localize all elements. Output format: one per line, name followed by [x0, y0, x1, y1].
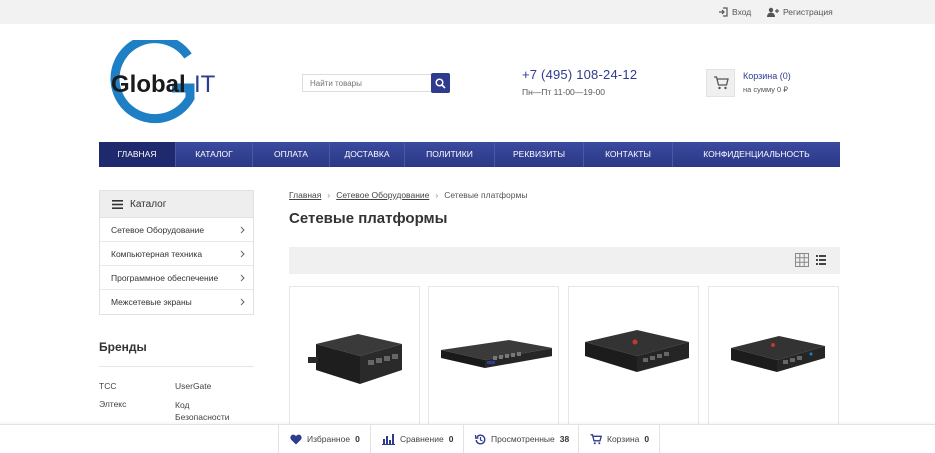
- nav-item-delivery[interactable]: Доставка: [330, 142, 405, 167]
- product-image: [731, 336, 825, 372]
- bottom-cart-label: Корзина: [607, 434, 640, 444]
- bottom-cart-count: 0: [644, 434, 650, 444]
- sidebar-item-computers[interactable]: Компьютерная техника: [100, 242, 253, 266]
- bottom-bar: Избранное 0 Сравнение 0 Просмотренные 38…: [0, 424, 935, 453]
- brand-link[interactable]: Элтекс: [99, 399, 126, 409]
- work-hours: Пн—Пт 11-00—19-00: [522, 87, 606, 97]
- cart-icon: [713, 76, 729, 90]
- product-image: [308, 334, 402, 384]
- compare-button[interactable]: Сравнение 0: [372, 425, 463, 453]
- main-nav: Главная Каталог Оплата Доставка Политики…: [99, 142, 840, 167]
- catalog-header[interactable]: Каталог: [99, 190, 254, 218]
- cart-icon: [590, 433, 602, 444]
- bar-chart-icon: [382, 433, 395, 445]
- bottom-cart-button[interactable]: Корзина 0: [580, 425, 659, 453]
- history-icon: [475, 434, 486, 444]
- viewed-count: 38: [559, 434, 570, 444]
- product-card[interactable]: [289, 286, 420, 436]
- brand-link[interactable]: TCC: [99, 381, 116, 391]
- chevron-right-icon: [240, 226, 245, 233]
- breadcrumb-separator-icon: ›: [435, 190, 439, 200]
- sidebar-item-software[interactable]: Программное обеспечение: [100, 266, 253, 290]
- nav-item-contacts[interactable]: Контакты: [584, 142, 673, 167]
- bottom-bar-divider: [578, 425, 579, 453]
- brand-link[interactable]: Код Безопасности: [175, 399, 245, 423]
- phone-number[interactable]: +7 (495) 108-24-12: [522, 67, 637, 82]
- bottom-bar-divider: [370, 425, 371, 453]
- brands-title: Бренды: [99, 340, 147, 354]
- sidebar-item-label: Межсетевые экраны: [111, 297, 192, 307]
- sidebar-item-firewalls[interactable]: Межсетевые экраны: [100, 290, 253, 314]
- nav-item-catalog[interactable]: Каталог: [176, 142, 253, 167]
- logo-graphic: Global IT: [110, 34, 216, 124]
- site-logo[interactable]: Global IT: [110, 34, 222, 130]
- nav-item-policies[interactable]: Политики: [405, 142, 495, 167]
- register-label: Регистрация: [783, 7, 833, 17]
- sidebar-item-label: Компьютерная техника: [111, 248, 203, 259]
- menu-icon: [112, 199, 123, 209]
- sidebar-item-network[interactable]: Сетевое Оборудование: [100, 218, 253, 242]
- logo-text-right: IT: [194, 71, 216, 98]
- bottom-bar-divider: [659, 425, 660, 453]
- header-cart-sum: на сумму 0 ₽: [743, 85, 789, 94]
- sidebar: Каталог Сетевое Оборудование Компьютерна…: [99, 190, 254, 315]
- product-card[interactable]: [708, 286, 839, 436]
- nav-item-privacy[interactable]: Конфиденциальность: [673, 142, 840, 167]
- brands-divider: [99, 366, 254, 367]
- viewed-button[interactable]: Просмотренные 38: [465, 425, 579, 453]
- list-view-icon[interactable]: [816, 255, 826, 265]
- product-image: [441, 340, 552, 368]
- product-card[interactable]: [568, 286, 699, 436]
- register-link[interactable]: Регистрация: [767, 0, 833, 24]
- view-toolbar: [289, 247, 840, 274]
- grid-view-icon[interactable]: [795, 253, 809, 267]
- chevron-right-icon: [240, 250, 245, 257]
- nav-item-requisites[interactable]: Реквизиты: [495, 142, 584, 167]
- viewed-label: Просмотренные: [491, 434, 555, 444]
- catalog-title: Каталог: [130, 198, 167, 210]
- bottom-bar-divider: [463, 425, 464, 453]
- chevron-right-icon: [240, 298, 245, 306]
- breadcrumb-separator-icon: ›: [327, 190, 331, 200]
- search-button[interactable]: [431, 73, 450, 93]
- search-input[interactable]: [302, 74, 432, 92]
- sidebar-item-label: Сетевое Оборудование: [111, 224, 205, 235]
- breadcrumb-section[interactable]: Сетевое Оборудование: [336, 190, 429, 200]
- sidebar-item-label: Программное обеспечение: [111, 272, 219, 283]
- header-cart-title[interactable]: Корзина (0): [743, 71, 791, 81]
- breadcrumb-home[interactable]: Главная: [289, 190, 321, 200]
- compare-count: 0: [448, 434, 454, 444]
- product-card[interactable]: [428, 286, 559, 436]
- breadcrumb: Главная › Сетевое Оборудование › Сетевые…: [289, 190, 527, 200]
- favorites-count: 0: [355, 434, 360, 444]
- brand-link[interactable]: UserGate: [175, 381, 211, 391]
- header-cart-button[interactable]: [706, 69, 735, 97]
- favorites-label: Избранное: [307, 434, 351, 444]
- catalog-list: Сетевое Оборудование Компьютерная техник…: [99, 218, 254, 315]
- login-label: Вход: [732, 7, 752, 17]
- chevron-right-icon: [240, 274, 245, 281]
- search-form: [302, 73, 450, 93]
- search-icon: [435, 77, 446, 89]
- login-link[interactable]: Вход: [718, 0, 751, 24]
- nav-item-payment[interactable]: Оплата: [253, 142, 330, 167]
- product-image: [585, 330, 689, 372]
- compare-label: Сравнение: [400, 434, 444, 444]
- heart-icon: [290, 434, 302, 444]
- user-plus-icon: [767, 7, 779, 17]
- nav-item-home[interactable]: Главная: [99, 142, 176, 167]
- breadcrumb-current: Сетевые платформы: [444, 190, 528, 200]
- logo-text-left: Global: [111, 71, 186, 98]
- top-bar: Вход Регистрация: [0, 0, 935, 24]
- bottom-bar-divider: [278, 425, 279, 453]
- sign-in-icon: [719, 7, 728, 17]
- page-title: Сетевые платформы: [289, 210, 448, 227]
- favorites-button[interactable]: Избранное 0: [280, 425, 370, 453]
